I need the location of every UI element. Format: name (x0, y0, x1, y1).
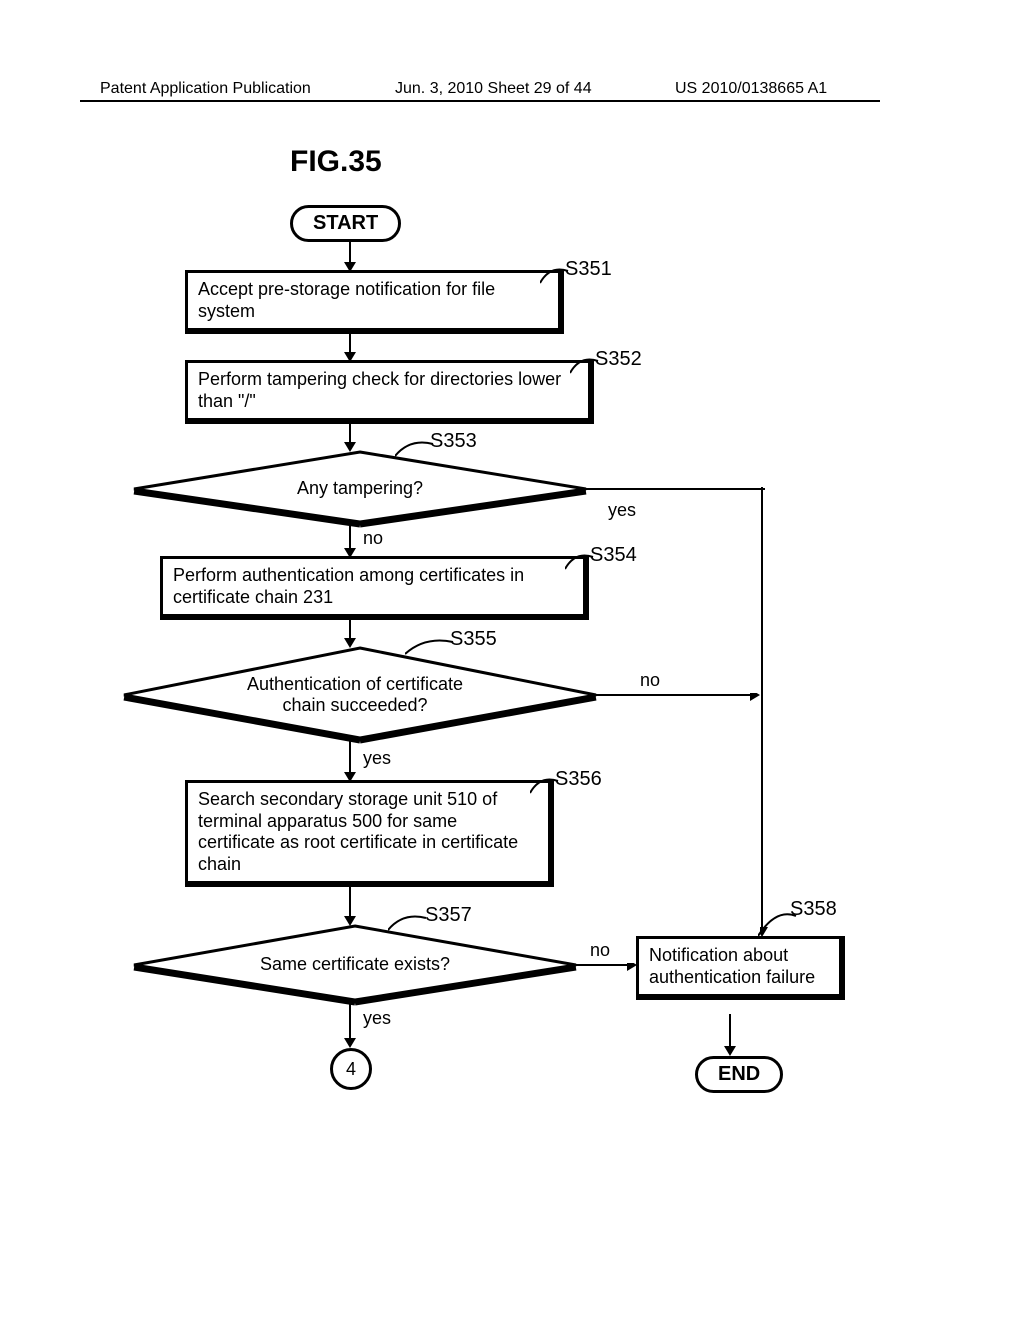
edge-s353-no: no (363, 528, 383, 549)
label-s351: S351 (565, 258, 612, 281)
connector-4: 4 (330, 1048, 372, 1090)
start-node: START (290, 205, 401, 242)
arrow (340, 738, 360, 782)
line (585, 487, 765, 491)
arrow (595, 693, 760, 705)
process-s352: Perform tampering check for directories … (185, 360, 594, 424)
process-s358-text: Notification about authentication failur… (649, 945, 815, 987)
arrow (340, 1000, 360, 1048)
leader-hook (405, 636, 455, 656)
edge-s357-yes: yes (363, 1008, 391, 1029)
arrow (575, 963, 637, 975)
bus-line (760, 487, 772, 937)
arrow (340, 614, 360, 648)
arrow (340, 242, 360, 272)
label-s358: S358 (790, 898, 837, 921)
label-s354: S354 (590, 544, 637, 567)
header-publication: Patent Application Publication (100, 80, 311, 98)
edge-s353-yes: yes (608, 500, 636, 521)
edge-s355-yes: yes (363, 748, 391, 769)
arrow (340, 884, 360, 926)
label-s353: S353 (430, 430, 477, 453)
leader-hook (395, 438, 435, 458)
decision-s353-text: Any tampering? (230, 478, 490, 499)
label-s357: S357 (425, 904, 472, 927)
arrow (720, 1014, 740, 1056)
process-s352-text: Perform tampering check for directories … (198, 369, 561, 411)
decision-s357-text: Same certificate exists? (225, 954, 485, 975)
figure-title: FIG.35 (290, 145, 382, 179)
header-date-sheet: Jun. 3, 2010 Sheet 29 of 44 (395, 80, 592, 98)
arrow (340, 328, 360, 362)
label-s356: S356 (555, 768, 602, 791)
edge-s357-no: no (590, 940, 610, 961)
process-s351: Accept pre-storage notification for file… (185, 270, 564, 334)
header-docnumber: US 2010/0138665 A1 (675, 80, 827, 98)
process-s351-text: Accept pre-storage notification for file… (198, 279, 495, 321)
label-s352: S352 (595, 348, 642, 371)
label-s355: S355 (450, 628, 497, 651)
arrow (340, 522, 360, 558)
arrow (340, 418, 360, 452)
process-s358: Notification about authentication failur… (636, 936, 845, 1000)
process-s354-text: Perform authentication among certificate… (173, 565, 524, 607)
process-s356-text: Search secondary storage unit 510 of ter… (198, 789, 518, 874)
decision-s355-text: Authentication of certificate chain succ… (225, 674, 485, 715)
edge-s355-no: no (640, 670, 660, 691)
process-s356: Search secondary storage unit 510 of ter… (185, 780, 554, 887)
header-rule (80, 100, 880, 102)
end-node: END (695, 1056, 783, 1093)
leader-hook (388, 912, 428, 932)
process-s354: Perform authentication among certificate… (160, 556, 589, 620)
